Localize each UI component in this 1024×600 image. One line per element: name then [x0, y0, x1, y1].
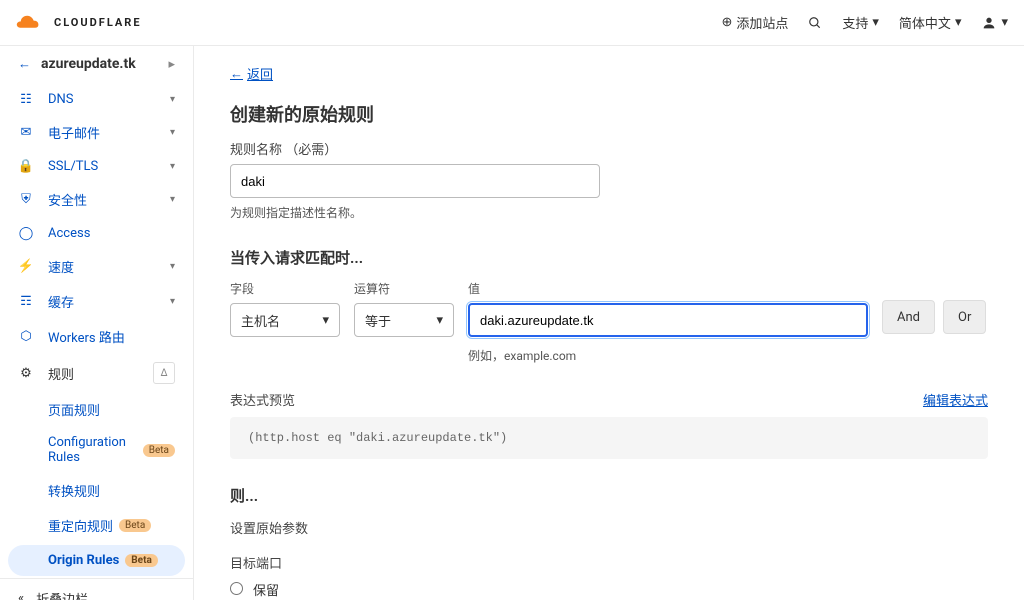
- sidebar-item-rules[interactable]: ⚙ 规则 ᐃ: [0, 354, 193, 392]
- sub-redirect-rules[interactable]: 重定向规则Beta: [0, 508, 193, 543]
- caret-down-icon: ▾: [955, 15, 962, 30]
- dest-port-label: 目标端口: [230, 553, 988, 572]
- caret-down-icon: ▾: [872, 15, 879, 30]
- and-button[interactable]: And: [882, 300, 935, 334]
- user-icon: [981, 15, 997, 31]
- user-menu[interactable]: ▾: [981, 15, 1008, 31]
- then-sub: 设置原始参数: [230, 518, 988, 537]
- caret-right-icon: ▸: [168, 57, 175, 72]
- access-icon: ◯: [18, 225, 34, 241]
- search-icon[interactable]: [808, 16, 822, 30]
- caret-down-icon: ▾: [170, 194, 175, 205]
- add-site-button[interactable]: ⊕ 添加站点: [721, 13, 788, 32]
- operator-select[interactable]: 等于 ▾: [354, 303, 454, 337]
- value-input[interactable]: [468, 303, 868, 337]
- dns-icon: ☷: [18, 91, 34, 107]
- sidebar-item-dns[interactable]: ☷ DNS ▾: [0, 83, 193, 115]
- rule-name-input[interactable]: [230, 164, 600, 198]
- workers-icon: ⬡: [18, 329, 34, 345]
- sub-transform-rules[interactable]: 转换规则: [0, 473, 193, 508]
- bolt-icon: ⚡: [18, 259, 34, 275]
- caret-down-icon: ▾: [322, 313, 329, 328]
- or-button[interactable]: Or: [943, 300, 986, 334]
- expression-preview: (http.host eq "daki.azureupdate.tk"): [230, 417, 988, 459]
- sidebar-item-speed[interactable]: ⚡ 速度 ▾: [0, 249, 193, 284]
- sidebar-item-workers[interactable]: ⬡ Workers 路由: [0, 319, 193, 354]
- sidebar-item-access[interactable]: ◯ Access: [0, 217, 193, 249]
- arrow-left-icon: ←: [230, 66, 243, 82]
- operator-label: 运算符: [354, 280, 454, 297]
- rule-name-helper: 为规则指定描述性名称。: [230, 204, 988, 221]
- match-row: 字段 主机名 ▾ 运算符 等于 ▾ 值 例如，example.com And: [230, 280, 988, 364]
- keep-label: 保留: [253, 580, 396, 599]
- email-icon: ✉: [18, 125, 34, 141]
- caret-down-icon: ▾: [1001, 15, 1008, 30]
- shield-icon: ⛨: [18, 192, 34, 208]
- caret-down-icon: ▾: [436, 313, 443, 328]
- field-label: 字段: [230, 280, 340, 297]
- page-title: 创建新的原始规则: [230, 101, 988, 127]
- sub-config-rules[interactable]: Configuration RulesBeta: [0, 427, 193, 473]
- then-title: 则...: [230, 485, 988, 506]
- sidebar-item-cache[interactable]: ☶ 缓存 ▾: [0, 284, 193, 319]
- value-helper: 例如，example.com: [468, 347, 868, 364]
- top-header: CLOUDFLARE ⊕ 添加站点 支持 ▾ 简体中文 ▾ ▾: [0, 0, 1024, 46]
- cache-icon: ☶: [18, 294, 34, 310]
- rules-icon: ⚙: [18, 365, 34, 381]
- logo[interactable]: CLOUDFLARE: [16, 13, 142, 33]
- sidebar-item-ssl[interactable]: 🔒 SSL/TLS ▾: [0, 150, 193, 182]
- sub-page-rules[interactable]: 页面规则: [0, 392, 193, 427]
- main-content: ← 返回 创建新的原始规则 规则名称 （必需） 为规则指定描述性名称。 当传入请…: [194, 46, 1024, 600]
- back-link[interactable]: ← 返回: [230, 46, 273, 95]
- match-title: 当传入请求匹配时...: [230, 247, 988, 268]
- keep-radio[interactable]: [230, 582, 243, 595]
- expression-preview-label: 表达式预览: [230, 390, 295, 409]
- sidebar: ← azureupdate.tk ▸ ☷ DNS ▾ ✉ 电子邮件 ▾ 🔒 SS…: [0, 46, 194, 600]
- lock-icon: 🔒: [18, 158, 34, 174]
- back-arrow-icon: ←: [18, 56, 31, 72]
- caret-down-icon: ▾: [170, 161, 175, 172]
- rule-name-label: 规则名称 （必需）: [230, 139, 988, 158]
- support-dropdown[interactable]: 支持 ▾: [842, 13, 879, 32]
- sidebar-item-security[interactable]: ⛨ 安全性 ▾: [0, 182, 193, 217]
- header-right: ⊕ 添加站点 支持 ▾ 简体中文 ▾ ▾: [721, 13, 1008, 32]
- collapse-left-icon: «: [18, 591, 24, 600]
- caret-down-icon: ▾: [170, 94, 175, 105]
- caret-down-icon: ▾: [170, 261, 175, 272]
- caret-down-icon: ▾: [170, 127, 175, 138]
- brand-text: CLOUDFLARE: [54, 16, 142, 29]
- language-dropdown[interactable]: 简体中文 ▾: [899, 13, 962, 32]
- site-selector[interactable]: ← azureupdate.tk ▸: [0, 46, 193, 83]
- caret-down-icon: ▾: [170, 296, 175, 307]
- cloudflare-icon: [16, 13, 48, 33]
- edit-expression-link[interactable]: 编辑表达式: [923, 390, 988, 409]
- plus-icon: ⊕: [721, 15, 732, 30]
- collapse-sidebar[interactable]: « 折叠边栏: [0, 578, 193, 600]
- collapse-icon[interactable]: ᐃ: [153, 362, 175, 384]
- sidebar-item-email[interactable]: ✉ 电子邮件 ▾: [0, 115, 193, 150]
- sub-origin-rules[interactable]: Origin RulesBeta: [8, 545, 185, 576]
- value-label: 值: [468, 280, 868, 297]
- field-select[interactable]: 主机名 ▾: [230, 303, 340, 337]
